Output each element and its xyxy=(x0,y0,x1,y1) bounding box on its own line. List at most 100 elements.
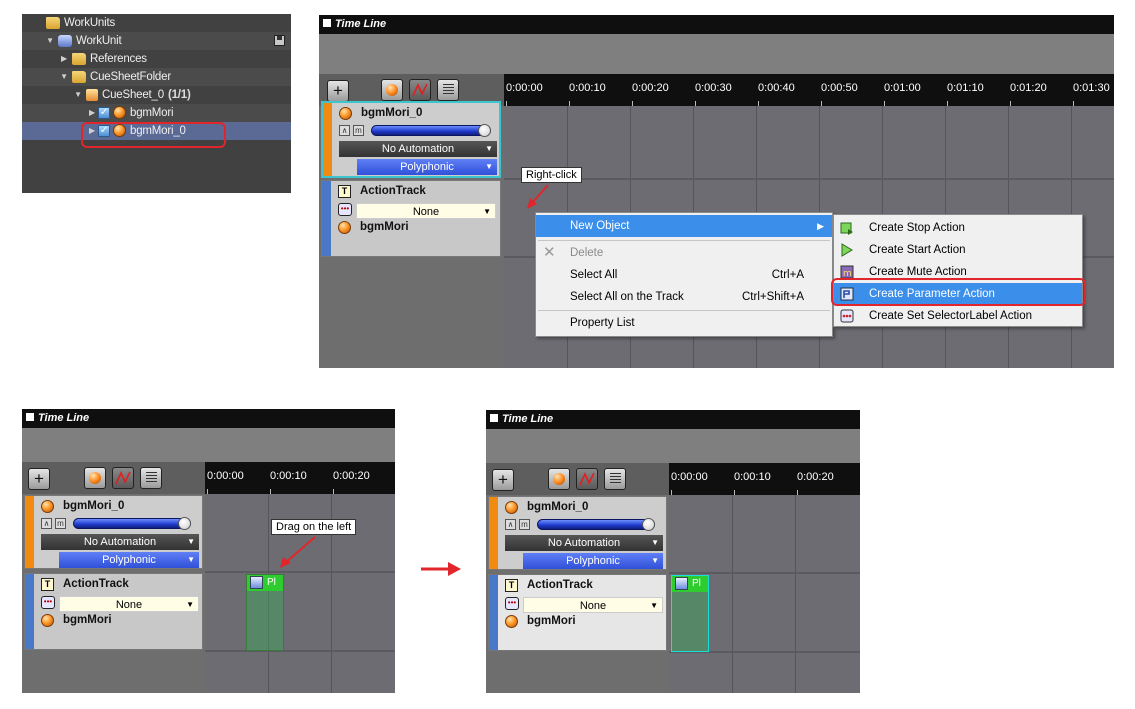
cuesheet-icon xyxy=(86,89,98,101)
mute-icon[interactable]: m xyxy=(519,519,530,530)
cue-icon xyxy=(339,107,352,120)
selector-icon[interactable]: ••• xyxy=(338,203,352,216)
action-track[interactable]: T ActionTrack ••• None bgmMori xyxy=(488,574,667,651)
menu-item-delete[interactable]: ✕ Delete xyxy=(536,242,832,264)
collapse-arrow-icon[interactable]: ▶ xyxy=(86,104,98,122)
add-track-button[interactable]: + xyxy=(327,80,349,102)
selector-label-action-icon xyxy=(840,309,854,323)
automation-view-button[interactable] xyxy=(112,467,134,489)
waveform-icon[interactable]: ∧ xyxy=(339,125,350,136)
action-track-name: ActionTrack xyxy=(527,579,593,591)
cue-track[interactable]: bgmMori_0 ∧ m No Automation Polyphonic xyxy=(321,101,501,178)
automation-view-button[interactable] xyxy=(409,79,431,101)
parameter-action-block[interactable]: Pl xyxy=(671,575,709,652)
selector-dropdown[interactable]: None xyxy=(59,596,199,613)
action-track-name: ActionTrack xyxy=(360,185,426,197)
tree-item-label: References xyxy=(90,53,147,65)
time-ruler[interactable]: 0:00:00 0:00:10 0:00:20 xyxy=(205,462,395,494)
waveform-icon[interactable]: ∧ xyxy=(41,518,52,529)
automation-dropdown[interactable]: No Automation xyxy=(41,534,199,550)
menu-item-create-start-action[interactable]: Create Start Action xyxy=(834,239,1082,261)
timeline-toolbar-area xyxy=(22,428,395,462)
volume-slider[interactable] xyxy=(73,517,191,530)
next-step-arrow-icon xyxy=(421,562,461,576)
tree-item-workunits[interactable]: WorkUnits xyxy=(22,14,291,32)
tree-item-workunit[interactable]: ▼ WorkUnit xyxy=(22,32,291,50)
menu-item-select-all-track[interactable]: Select All on the Track Ctrl+Shift+A xyxy=(536,286,832,308)
selector-dropdown[interactable]: None xyxy=(356,203,496,220)
timeline-window-result: Time Line + 0:00:00 0:00:10 0:00:20 bgmM… xyxy=(486,410,860,693)
highlight-box xyxy=(81,122,226,148)
cue-track[interactable]: bgmMori_0 ∧ m No Automation Polyphonic xyxy=(24,495,203,569)
time-ruler[interactable]: 0:00:00 0:00:10 0:00:20 xyxy=(669,463,860,495)
arrow-icon xyxy=(527,184,549,209)
timeline-window-main: Time Line + 0:00:00 0:00:10 0:00:20 0:00… xyxy=(319,15,1114,368)
polyphonic-dropdown[interactable]: Polyphonic xyxy=(59,552,199,568)
tree-item-cuesheetfolder[interactable]: ▼ CueSheetFolder xyxy=(22,68,291,86)
tree-item-references[interactable]: ▶ References xyxy=(22,50,291,68)
timeline-title: Time Line xyxy=(319,15,1114,34)
save-icon[interactable] xyxy=(274,35,285,46)
expand-arrow-icon[interactable]: ▼ xyxy=(72,86,84,104)
tree-item-label: WorkUnits xyxy=(64,17,116,29)
parameter-action-block[interactable]: Pl xyxy=(246,574,284,651)
tree-item-bgmmori[interactable]: ▶ ✓ bgmMori xyxy=(22,104,291,122)
tree-item-cuesheet[interactable]: ▼ CueSheet_0 (1/1) xyxy=(22,86,291,104)
cue-icon xyxy=(113,106,126,119)
volume-slider[interactable] xyxy=(371,124,491,137)
list-view-button[interactable] xyxy=(604,468,626,490)
drag-callout: Drag on the left xyxy=(271,519,357,535)
cue-view-button[interactable] xyxy=(548,468,570,490)
polyphonic-dropdown[interactable]: Polyphonic xyxy=(523,553,663,569)
collapse-arrow-icon[interactable]: ▶ xyxy=(58,50,70,68)
new-object-submenu: Create Stop Action Create Start Action m… xyxy=(833,214,1083,327)
automation-view-button[interactable] xyxy=(576,468,598,490)
action-track-name: ActionTrack xyxy=(63,578,129,590)
selector-icon[interactable]: ••• xyxy=(505,597,519,610)
action-track[interactable]: T ActionTrack ••• None bgmMori xyxy=(24,573,203,650)
timeline-title: Time Line xyxy=(486,410,860,429)
cue-track-name: bgmMori_0 xyxy=(63,500,125,512)
menu-item-property-list[interactable]: Property List xyxy=(536,312,832,334)
folder-icon xyxy=(72,71,86,83)
polyphonic-dropdown[interactable]: Polyphonic xyxy=(357,159,497,175)
time-ruler[interactable]: 0:00:00 0:00:10 0:00:20 0:00:30 0:00:40 … xyxy=(504,74,1114,106)
workunit-icon xyxy=(58,35,72,47)
volume-slider[interactable] xyxy=(537,518,655,531)
menu-item-new-object[interactable]: New Object ▶ xyxy=(536,215,832,237)
menu-item-create-selector-label-action[interactable]: Create Set SelectorLabel Action xyxy=(834,305,1082,327)
add-track-button[interactable]: + xyxy=(28,468,50,490)
mute-icon[interactable]: m xyxy=(55,518,66,529)
tree-item-label: CueSheet_0 xyxy=(102,89,164,101)
cue-count: (1/1) xyxy=(167,89,191,101)
tree-item-label: CueSheetFolder xyxy=(90,71,171,83)
mute-icon[interactable]: m xyxy=(353,125,364,136)
add-track-button[interactable]: + xyxy=(492,469,514,491)
expand-arrow-icon[interactable]: ▼ xyxy=(58,68,70,86)
cue-icon xyxy=(505,501,518,514)
submenu-arrow-icon: ▶ xyxy=(817,221,824,231)
action-track-cue: bgmMori xyxy=(63,614,112,626)
cue-view-button[interactable] xyxy=(381,79,403,101)
waveform-icon[interactable]: ∧ xyxy=(505,519,516,530)
list-view-button[interactable] xyxy=(140,467,162,489)
selector-icon[interactable]: ••• xyxy=(41,596,55,609)
timeline-title: Time Line xyxy=(22,409,395,428)
automation-dropdown[interactable]: No Automation xyxy=(339,141,497,157)
action-track-icon: T xyxy=(41,578,54,591)
cue-track-name: bgmMori_0 xyxy=(527,501,589,513)
menu-item-select-all[interactable]: Select All Ctrl+A xyxy=(536,264,832,286)
cue-track[interactable]: bgmMori_0 ∧ m No Automation Polyphonic xyxy=(488,496,667,570)
expand-arrow-icon[interactable]: ▼ xyxy=(44,32,56,50)
list-view-button[interactable] xyxy=(437,79,459,101)
cue-view-button[interactable] xyxy=(84,467,106,489)
checkbox[interactable]: ✓ xyxy=(98,107,110,119)
arrow-icon xyxy=(280,536,316,568)
context-menu: New Object ▶ ✕ Delete Select All Ctrl+A Sel… xyxy=(535,212,833,337)
action-track[interactable]: T ActionTrack ••• None bgmMori xyxy=(321,180,501,257)
selector-dropdown[interactable]: None xyxy=(523,597,663,614)
folder-icon xyxy=(46,17,60,29)
automation-dropdown[interactable]: No Automation xyxy=(505,535,663,551)
right-click-callout: Right-click xyxy=(521,167,582,183)
menu-item-create-stop-action[interactable]: Create Stop Action xyxy=(834,217,1082,239)
